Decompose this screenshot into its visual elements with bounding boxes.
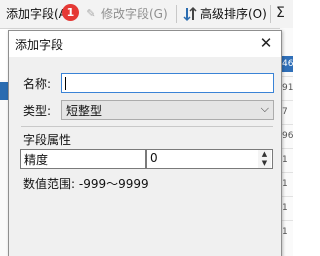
type-select[interactable]: 短整型 ⌵ [61, 100, 274, 120]
precision-label: 精度 [24, 153, 49, 167]
step-badge: 1 [62, 4, 79, 21]
sigma-icon[interactable]: Σ [276, 5, 285, 21]
advanced-sort-button[interactable]: 高级排序(O) [200, 6, 267, 22]
chevron-down-icon[interactable]: ⌵ [261, 102, 269, 116]
dialog-titlebar[interactable]: 添加字段 ✕ [9, 31, 281, 57]
edit-field-icon: ✎ [86, 7, 96, 20]
add-field-dialog: 添加字段 ✕ 名称: 类型: 短整型 ⌵ 字段属性 精度 0 ▲ ▼ 数值范围:… [8, 30, 282, 256]
precision-property-name: 精度 [20, 149, 146, 169]
name-input[interactable] [61, 73, 274, 93]
dialog-title: 添加字段 [15, 38, 64, 52]
precision-value: 0 [150, 151, 158, 165]
toolbar-separator [176, 5, 177, 23]
row-header-column [0, 80, 8, 256]
value-range-text: 数值范围: -999～9999 [23, 177, 149, 191]
selected-row-marker[interactable] [0, 82, 8, 100]
name-label: 名称: [23, 77, 52, 91]
text-caret [65, 77, 66, 90]
spin-down-icon[interactable]: ▼ [258, 159, 271, 168]
table-cell[interactable]: 1 [282, 224, 293, 240]
type-selected-value: 短整型 [66, 104, 103, 118]
table-cell[interactable]: 96 [282, 128, 293, 144]
table-cell[interactable]: 1 [282, 200, 293, 216]
table-cell[interactable]: 91 [282, 80, 293, 96]
app-window: 添加字段(A) 1 ✎ 修改字段(G) 高级排序(O) Σ 46 91 7 96… [0, 0, 293, 256]
toolbar-separator [270, 5, 271, 23]
edit-field-button[interactable]: 修改字段(G) [101, 6, 168, 22]
toolbar: 添加字段(A) 1 ✎ 修改字段(G) 高级排序(O) Σ [0, 0, 293, 29]
sort-icon [183, 6, 197, 22]
close-icon[interactable]: ✕ [256, 33, 276, 53]
table-cell[interactable]: 1 [282, 152, 293, 168]
table-cell[interactable]: 46 [282, 56, 293, 72]
precision-stepper[interactable]: 0 ▲ ▼ [146, 149, 273, 169]
table-cell[interactable]: 1 [282, 176, 293, 192]
type-label: 类型: [23, 104, 52, 118]
field-properties-heading: 字段属性 [23, 133, 72, 147]
divider [21, 126, 273, 127]
table-cell[interactable]: 7 [282, 104, 293, 120]
